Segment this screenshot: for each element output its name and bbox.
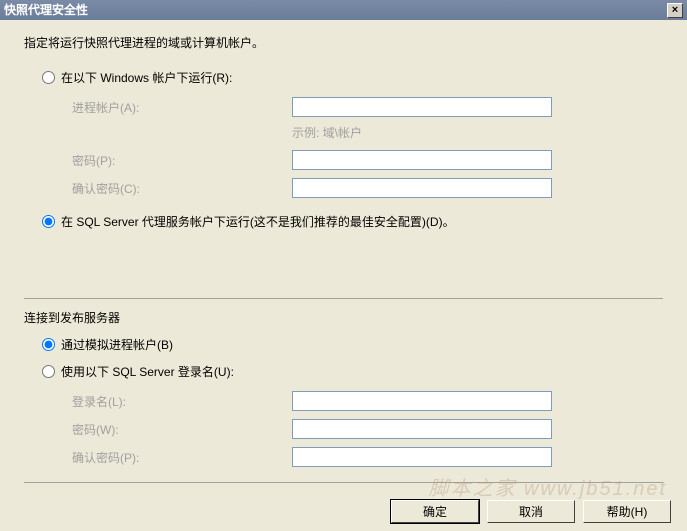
- connect-password-input: [292, 419, 552, 439]
- runas-sqlagent-radio[interactable]: [42, 215, 55, 228]
- connect-confirm-password-input: [292, 447, 552, 467]
- dialog-content: 指定将运行快照代理进程的域或计算机帐户。 在以下 Windows 帐户下运行(R…: [0, 20, 687, 501]
- connect-password-label: 密码(W):: [72, 421, 292, 438]
- example-hint: 示例: 域\帐户: [292, 124, 362, 141]
- runas-sqlagent-label[interactable]: 在 SQL Server 代理服务帐户下运行(这不是我们推荐的最佳安全配置)(D…: [61, 213, 455, 230]
- ok-button[interactable]: 确定: [391, 500, 479, 523]
- runas-password-input: [292, 150, 552, 170]
- button-bar: 确定 取消 帮助(H): [391, 500, 671, 523]
- login-label: 登录名(L):: [72, 393, 292, 410]
- footer-separator: [24, 482, 663, 483]
- process-account-input: [292, 97, 552, 117]
- separator: [24, 298, 663, 299]
- process-account-label: 进程帐户(A):: [72, 99, 292, 116]
- connect-confirm-password-label: 确认密码(P):: [72, 449, 292, 466]
- close-icon[interactable]: ×: [667, 3, 683, 18]
- title-bar: 快照代理安全性 ×: [0, 0, 687, 20]
- connect-impersonate-radio[interactable]: [42, 338, 55, 351]
- connect-section-title: 连接到发布服务器: [24, 309, 663, 326]
- help-button[interactable]: 帮助(H): [583, 500, 671, 523]
- runas-confirm-password-label: 确认密码(C):: [72, 180, 292, 197]
- window-title: 快照代理安全性: [4, 0, 88, 20]
- connect-sqllogin-radio[interactable]: [42, 365, 55, 378]
- connect-sqllogin-label[interactable]: 使用以下 SQL Server 登录名(U):: [61, 363, 234, 380]
- cancel-button[interactable]: 取消: [487, 500, 575, 523]
- login-input: [292, 391, 552, 411]
- runas-password-label: 密码(P):: [72, 152, 292, 169]
- runas-windows-label[interactable]: 在以下 Windows 帐户下运行(R):: [61, 69, 232, 86]
- runas-confirm-password-input: [292, 178, 552, 198]
- connect-impersonate-label[interactable]: 通过模拟进程帐户(B): [61, 336, 173, 353]
- runas-windows-radio[interactable]: [42, 71, 55, 84]
- instruction-text: 指定将运行快照代理进程的域或计算机帐户。: [24, 34, 663, 51]
